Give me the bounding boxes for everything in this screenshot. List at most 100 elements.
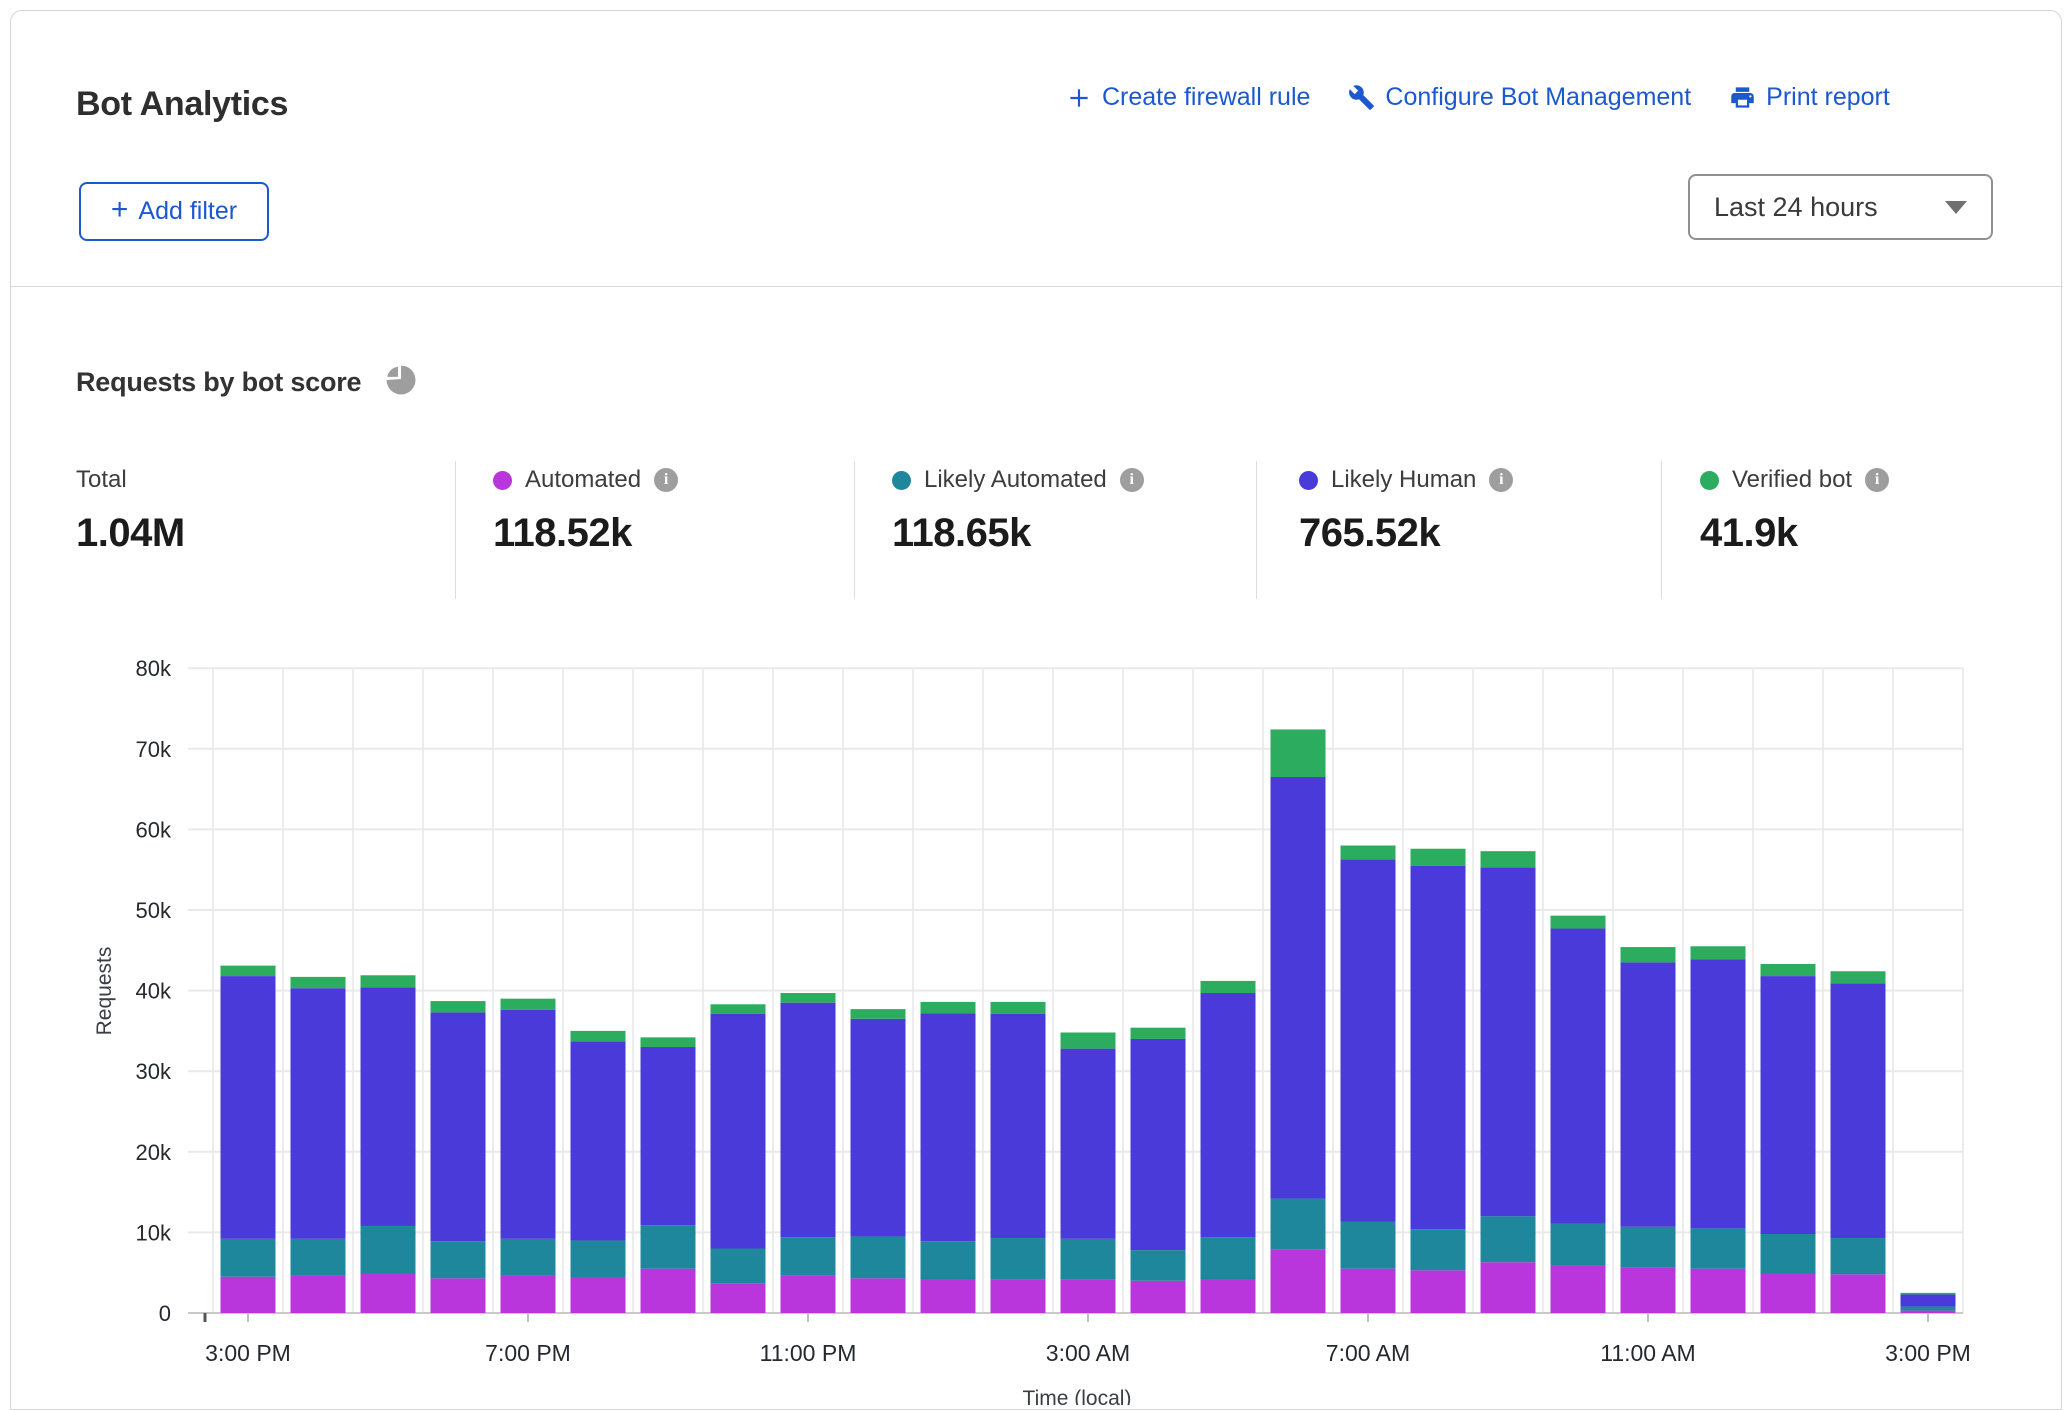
bar-segment-automated: [431, 1278, 486, 1313]
bar-segment-automated: [1341, 1269, 1396, 1313]
legend-dot: [892, 471, 911, 490]
add-filter-button[interactable]: + Add filter: [79, 182, 269, 241]
info-icon[interactable]: i: [1865, 468, 1889, 492]
bar-segment-likely-human: [851, 1019, 906, 1237]
info-icon[interactable]: i: [1120, 468, 1144, 492]
x-axis-tick-label: 7:00 PM: [485, 1340, 571, 1366]
bar-segment-likely-human: [291, 988, 346, 1239]
bar-segment-likely-human: [1061, 1049, 1116, 1239]
stat-label-row: Likely Automatedi: [892, 463, 1144, 497]
bar-segment-verified-bot: [361, 975, 416, 987]
bar-segment-verified-bot: [501, 999, 556, 1010]
bar-segment-verified-bot: [291, 977, 346, 988]
bar-segment-verified-bot: [1761, 964, 1816, 976]
stat-label: Total: [76, 466, 127, 494]
y-axis-tick-label: 80k: [136, 656, 172, 681]
bar-segment-likely-human: [361, 987, 416, 1226]
bar-segment-automated: [571, 1278, 626, 1313]
bar-segment-likely-automated: [1061, 1239, 1116, 1279]
bar-segment-verified-bot: [1621, 947, 1676, 962]
action-link-label: Print report: [1766, 83, 1890, 112]
bar-segment-automated: [1901, 1311, 1956, 1313]
bar-segment-verified-bot: [1061, 1033, 1116, 1049]
stat-value: 1.04M: [76, 511, 185, 556]
x-axis-tick-label: 7:00 AM: [1326, 1340, 1410, 1366]
time-range-dropdown[interactable]: Last 24 hours: [1688, 174, 1993, 240]
bar-segment-verified-bot: [1131, 1028, 1186, 1039]
bar-segment-likely-human: [1691, 959, 1746, 1228]
bar-segment-automated: [361, 1274, 416, 1313]
stat-divider: [1661, 461, 1662, 599]
x-axis-tick-label: 3:00 AM: [1046, 1340, 1130, 1366]
bar-segment-likely-automated: [1271, 1199, 1326, 1250]
header-divider: [11, 286, 2063, 287]
bar-segment-likely-automated: [781, 1237, 836, 1275]
bar-segment-automated: [291, 1276, 346, 1313]
print-report-link[interactable]: Print report: [1729, 83, 1890, 112]
bar-segment-automated: [1201, 1280, 1256, 1313]
stat-verified-bot: Verified boti41.9k: [1700, 463, 1889, 556]
time-range-value: Last 24 hours: [1714, 192, 1945, 223]
bar-segment-automated: [1411, 1270, 1466, 1313]
legend-dot: [1700, 471, 1719, 490]
x-axis-tick-label: 3:00 PM: [1885, 1340, 1971, 1366]
bar-segment-automated: [851, 1278, 906, 1313]
axis-title-y: Requests: [93, 947, 116, 1036]
y-axis-tick-label: 0: [159, 1301, 171, 1326]
bar-segment-verified-bot: [781, 993, 836, 1003]
bar-segment-verified-bot: [851, 1009, 906, 1019]
bar-segment-likely-automated: [1201, 1237, 1256, 1280]
bar-segment-likely-human: [921, 1013, 976, 1241]
bar-segment-likely-automated: [851, 1236, 906, 1278]
bar-segment-likely-automated: [1341, 1222, 1396, 1269]
y-axis-tick-label: 60k: [136, 817, 172, 842]
bar-segment-likely-human: [781, 1003, 836, 1238]
stat-total: Total 1.04M: [76, 463, 185, 556]
y-axis-tick-label: 70k: [136, 737, 172, 762]
bar-segment-automated: [1271, 1249, 1326, 1313]
bar-segment-automated: [221, 1277, 276, 1313]
bar-segment-automated: [1551, 1265, 1606, 1313]
bar-segment-verified-bot: [1411, 849, 1466, 866]
configure-bot-management-link[interactable]: Configure Bot Management: [1348, 83, 1691, 112]
bar-segment-verified-bot: [921, 1002, 976, 1013]
bar-segment-verified-bot: [1341, 846, 1396, 860]
stat-label: Automated: [525, 466, 641, 494]
info-icon[interactable]: i: [654, 468, 678, 492]
bar-segment-likely-human: [1341, 859, 1396, 1222]
bar-segment-likely-human: [221, 976, 276, 1239]
bar-segment-verified-bot: [711, 1004, 766, 1014]
bar-segment-likely-automated: [641, 1225, 696, 1269]
printer-icon: [1729, 84, 1756, 111]
bar-segment-likely-automated: [291, 1239, 346, 1276]
bar-segment-likely-automated: [1551, 1224, 1606, 1266]
bar-segment-automated: [921, 1280, 976, 1313]
section-heading-row: Requests by bot score: [76, 363, 416, 401]
bar-segment-verified-bot: [221, 966, 276, 976]
bar-segment-likely-automated: [1901, 1307, 1956, 1311]
bar-segment-automated: [501, 1276, 556, 1313]
bar-segment-verified-bot: [1481, 851, 1536, 867]
bar-segment-verified-bot: [991, 1002, 1046, 1014]
bar-segment-likely-human: [1481, 867, 1536, 1216]
stat-label: Verified bot: [1732, 466, 1852, 494]
bar-segment-likely-human: [1201, 993, 1256, 1237]
stat-divider: [455, 461, 456, 599]
bar-segment-likely-human: [1621, 962, 1676, 1226]
header-actions: Create firewall rule Configure Bot Manag…: [1066, 83, 1890, 112]
info-icon[interactable]: i: [1489, 468, 1513, 492]
stat-divider: [854, 461, 855, 599]
bar-segment-likely-automated: [431, 1241, 486, 1278]
y-axis-tick-label: 20k: [136, 1140, 172, 1165]
stat-value: 118.65k: [892, 511, 1144, 556]
axis-title-x: Time (local): [1023, 1387, 1132, 1405]
create-firewall-rule-link[interactable]: Create firewall rule: [1066, 83, 1310, 112]
stat-likely-human: Likely Humani765.52k: [1299, 463, 1513, 556]
action-link-label: Create firewall rule: [1102, 83, 1310, 112]
stat-value: 118.52k: [493, 511, 678, 556]
bar-segment-likely-human: [1831, 983, 1886, 1238]
bar-segment-automated: [1761, 1274, 1816, 1313]
bar-segment-likely-automated: [571, 1240, 626, 1277]
stat-label-row: Likely Humani: [1299, 463, 1513, 497]
section-heading: Requests by bot score: [76, 367, 361, 398]
